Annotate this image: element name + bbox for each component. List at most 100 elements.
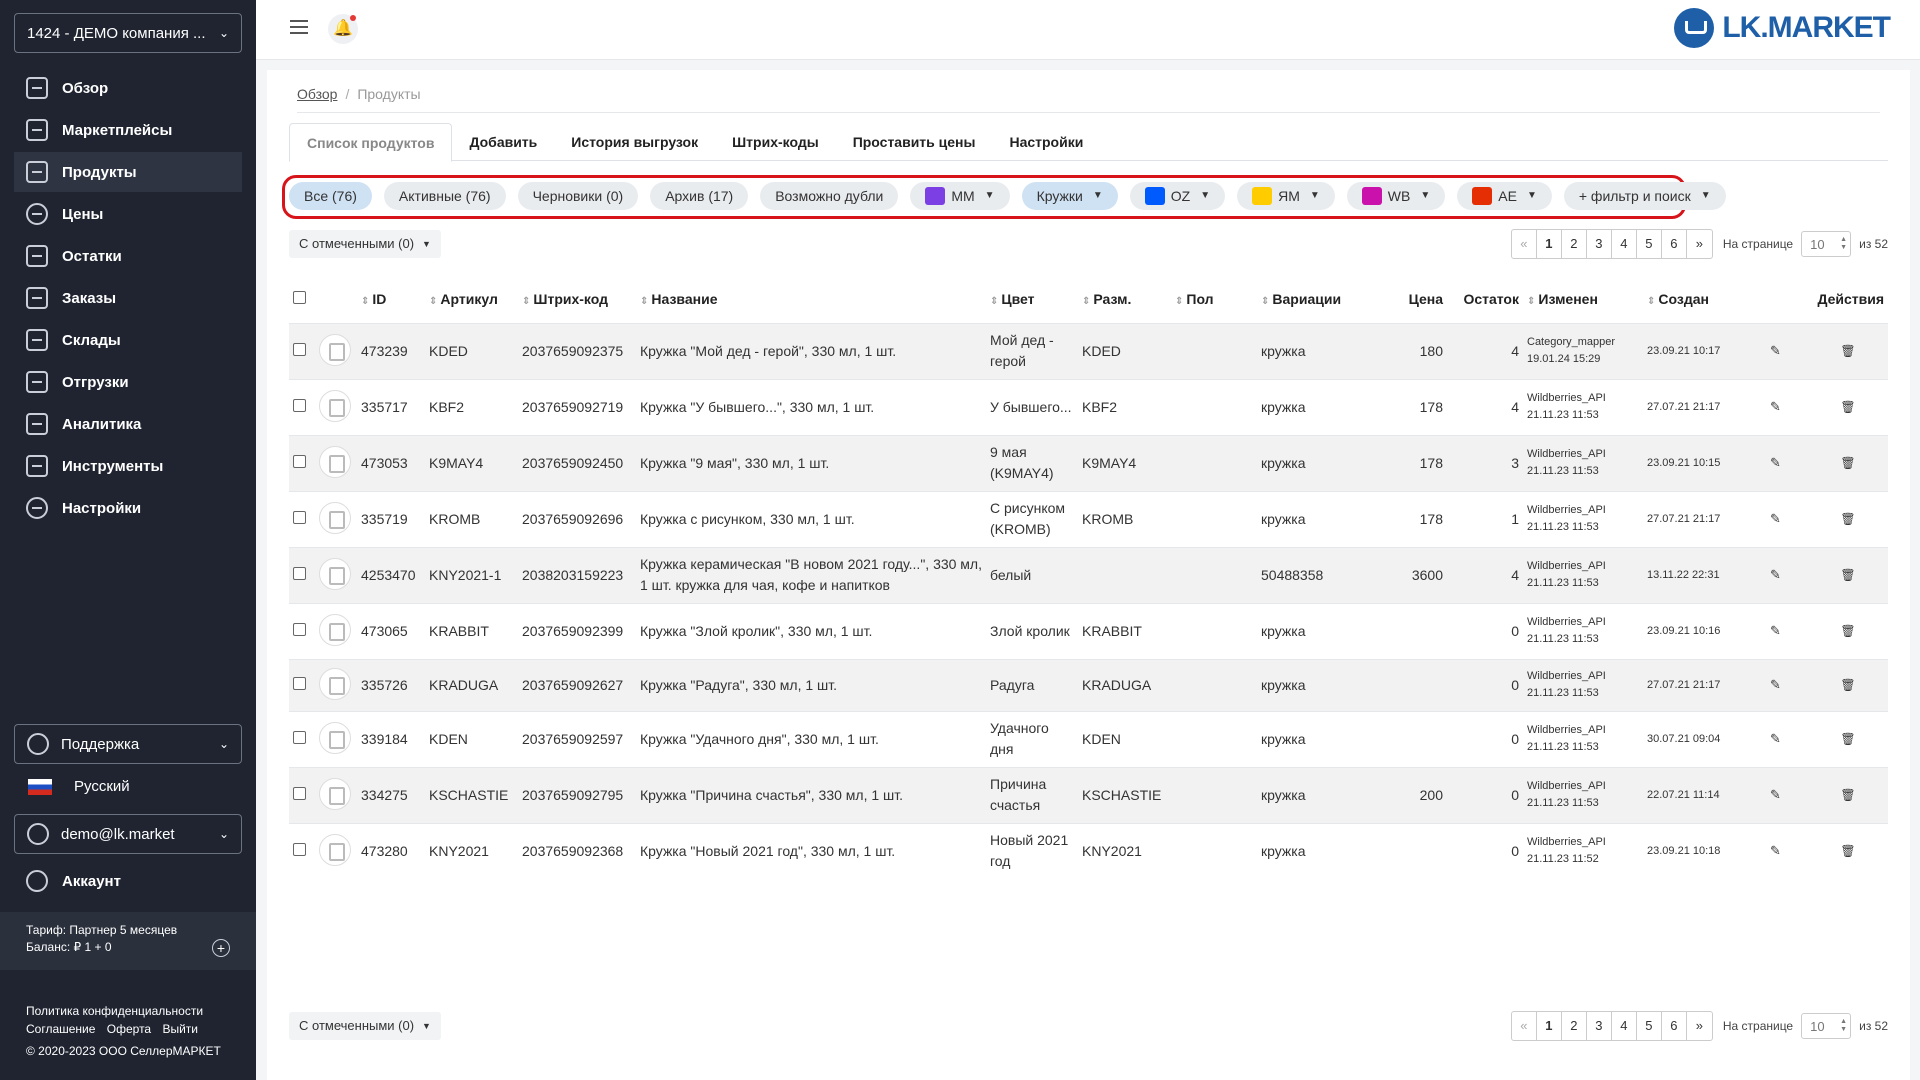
sidebar-item[interactable]: Остатки xyxy=(14,236,242,276)
trash-icon[interactable]: 🗑 xyxy=(1840,788,1855,802)
edit-icon[interactable]: ✎ xyxy=(1770,511,1781,526)
trash-icon[interactable]: 🗑 xyxy=(1840,512,1855,526)
pager-page[interactable]: 4 xyxy=(1612,230,1637,258)
sidebar-item[interactable]: Аналитика xyxy=(14,404,242,444)
sidebar-item[interactable]: Инструменты xyxy=(14,446,242,486)
per-page-input[interactable]: 10 ▲ ▼ xyxy=(1801,231,1852,257)
row-checkbox[interactable] xyxy=(293,843,306,857)
row-checkbox[interactable] xyxy=(293,787,306,800)
header-name[interactable]: ⇕ Название xyxy=(636,275,986,323)
pager-page[interactable]: 2 xyxy=(1562,230,1587,258)
pager-page[interactable]: 6 xyxy=(1662,1012,1687,1040)
product-thumbnail[interactable] xyxy=(319,333,351,366)
sidebar-item[interactable]: Настройки xyxy=(14,488,242,528)
edit-icon[interactable]: ✎ xyxy=(1770,843,1781,858)
product-thumbnail[interactable] xyxy=(319,557,351,590)
bulk-actions-button[interactable]: С отмеченными (0) ▼ xyxy=(289,1012,441,1040)
user-select[interactable]: demo@lk.market ⌄ xyxy=(14,814,242,854)
product-thumbnail[interactable] xyxy=(319,721,351,754)
edit-icon[interactable]: ✎ xyxy=(1770,399,1781,414)
filter-dupes[interactable]: Возможно дубли xyxy=(760,182,899,210)
edit-icon[interactable]: ✎ xyxy=(1770,787,1781,802)
tab[interactable]: Настройки xyxy=(992,123,1100,161)
pager-page[interactable]: 1 xyxy=(1537,1012,1562,1040)
pager-page[interactable]: 5 xyxy=(1637,230,1662,258)
filter-drafts[interactable]: Черновики (0) xyxy=(517,182,639,210)
header-modified[interactable]: ⇕ Изменен xyxy=(1523,275,1643,323)
tab[interactable]: Добавить xyxy=(452,123,554,161)
pager-page[interactable]: 1 xyxy=(1537,230,1562,258)
filter-all[interactable]: Все (76) xyxy=(289,182,372,210)
pager-next[interactable]: » xyxy=(1687,1012,1712,1040)
row-checkbox[interactable] xyxy=(293,567,306,580)
row-checkbox[interactable] xyxy=(293,399,306,412)
pager-page[interactable]: 3 xyxy=(1587,230,1612,258)
pager-page[interactable]: 2 xyxy=(1562,1012,1587,1040)
product-thumbnail[interactable] xyxy=(319,445,351,478)
sidebar-item[interactable]: Заказы xyxy=(14,278,242,318)
tab[interactable]: Штрих-коды xyxy=(715,123,836,161)
tab[interactable]: Список продуктов xyxy=(289,123,453,162)
trash-icon[interactable]: 🗑 xyxy=(1840,624,1855,638)
filter-active[interactable]: Активные (76) xyxy=(383,182,506,210)
tab[interactable]: История выгрузок xyxy=(554,123,715,161)
bulk-actions-button[interactable]: С отмеченными (0) ▼ xyxy=(289,230,441,258)
edit-icon[interactable]: ✎ xyxy=(1770,731,1781,746)
add-balance-button[interactable]: + xyxy=(212,939,230,957)
trash-icon[interactable]: 🗑 xyxy=(1840,678,1855,692)
breadcrumb-home[interactable]: Обзор xyxy=(297,86,337,102)
pager-page[interactable]: 5 xyxy=(1637,1012,1662,1040)
sidebar-item[interactable]: Склады xyxy=(14,320,242,360)
language-select[interactable]: Русский xyxy=(28,778,130,795)
filter-ym[interactable]: ЯМ ▼ xyxy=(1237,182,1335,210)
menu-icon[interactable] xyxy=(290,20,308,34)
header-id[interactable]: ⇕ ID xyxy=(357,275,425,323)
trash-icon[interactable]: 🗑 xyxy=(1840,400,1855,414)
logo[interactable]: LK.MARKET xyxy=(1674,8,1891,48)
privacy-link[interactable]: Политика конфиденциальности xyxy=(26,1004,203,1018)
account-link[interactable]: Аккаунт xyxy=(26,870,121,892)
product-thumbnail[interactable] xyxy=(319,501,351,534)
pager-page[interactable]: 6 xyxy=(1662,230,1687,258)
tab[interactable]: Проставить цены xyxy=(836,123,993,161)
header-article[interactable]: ⇕ Артикул xyxy=(425,275,518,323)
logout-link[interactable]: Выйти xyxy=(162,1022,198,1036)
edit-icon[interactable]: ✎ xyxy=(1770,677,1781,692)
support-select[interactable]: Поддержка ⌄ xyxy=(14,724,242,764)
filter-wb[interactable]: WB ▼ xyxy=(1346,182,1446,210)
header-created[interactable]: ⇕ Создан xyxy=(1643,275,1743,323)
filter-oz[interactable]: OZ ▼ xyxy=(1129,182,1226,210)
trash-icon[interactable]: 🗑 xyxy=(1840,844,1855,858)
edit-icon[interactable]: ✎ xyxy=(1770,623,1781,638)
row-checkbox[interactable] xyxy=(293,511,306,524)
sidebar-item[interactable]: Продукты xyxy=(14,152,242,192)
product-thumbnail[interactable] xyxy=(319,667,351,700)
row-checkbox[interactable] xyxy=(293,343,306,356)
company-select[interactable]: 1424 - ДЕМО компания ... ⌄ xyxy=(14,13,242,53)
trash-icon[interactable]: 🗑 xyxy=(1840,568,1855,582)
edit-icon[interactable]: ✎ xyxy=(1770,567,1781,582)
header-variations[interactable]: ⇕ Вариации xyxy=(1257,275,1389,323)
row-checkbox[interactable] xyxy=(293,731,306,744)
pager-page[interactable]: 4 xyxy=(1612,1012,1637,1040)
trash-icon[interactable]: 🗑 xyxy=(1840,456,1855,470)
filter-category[interactable]: Кружки ▼ xyxy=(1021,182,1118,210)
agreement-link[interactable]: Соглашение xyxy=(26,1022,95,1036)
product-thumbnail[interactable] xyxy=(319,389,351,422)
pager-prev[interactable]: « xyxy=(1512,1012,1537,1040)
header-barcode[interactable]: ⇕ Штрих-код xyxy=(518,275,636,323)
edit-icon[interactable]: ✎ xyxy=(1770,455,1781,470)
product-thumbnail[interactable] xyxy=(319,777,351,810)
filter-search[interactable]: + фильтр и поиск ▼ xyxy=(1563,182,1726,210)
sidebar-item[interactable]: Отгрузки xyxy=(14,362,242,402)
header-size[interactable]: ⇕ Разм. xyxy=(1078,275,1171,323)
product-thumbnail[interactable] xyxy=(319,613,351,646)
row-checkbox[interactable] xyxy=(293,623,306,636)
trash-icon[interactable]: 🗑 xyxy=(1840,732,1855,746)
filter-archive[interactable]: Архив (17) xyxy=(650,182,749,210)
sidebar-item[interactable]: Обзор xyxy=(14,68,242,108)
edit-icon[interactable]: ✎ xyxy=(1770,343,1781,358)
notification-button[interactable]: 🔔 xyxy=(328,14,358,44)
pager-next[interactable]: » xyxy=(1687,230,1712,258)
header-color[interactable]: ⇕ Цвет xyxy=(986,275,1078,323)
